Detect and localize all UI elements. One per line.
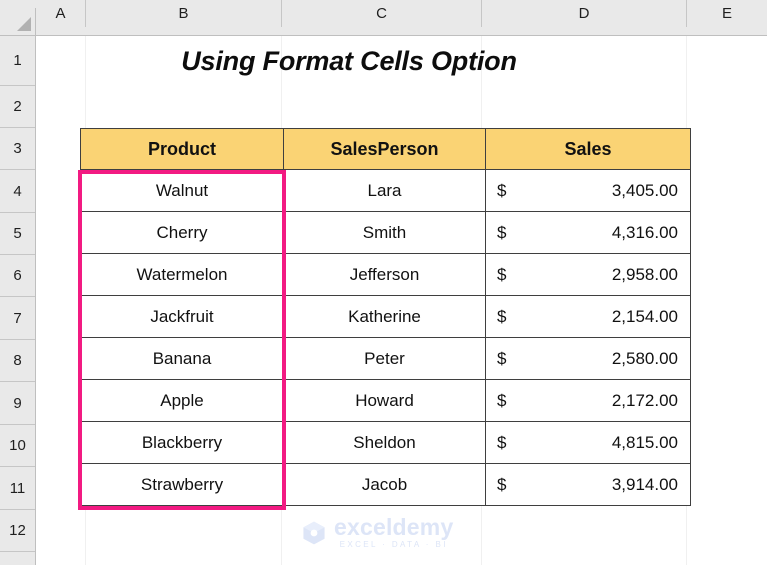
currency-symbol: $: [497, 222, 507, 242]
row-header-5[interactable]: 5: [0, 213, 35, 255]
cell-product[interactable]: Apple: [80, 379, 284, 422]
cell-product[interactable]: Jackfruit: [80, 295, 284, 338]
row-header-6[interactable]: 6: [0, 255, 35, 297]
cell-sales[interactable]: $ 3,405.00: [485, 169, 691, 212]
column-header-d[interactable]: D: [482, 0, 687, 27]
table-row[interactable]: Blackberry Sheldon $ 4,815.00: [80, 421, 691, 464]
row-header-10[interactable]: 10: [0, 425, 35, 467]
cell-sales[interactable]: $ 4,815.00: [485, 421, 691, 464]
row-header-2[interactable]: 2: [0, 86, 35, 128]
cell-product[interactable]: Cherry: [80, 211, 284, 254]
column-header-a[interactable]: A: [36, 0, 86, 27]
sales-amount: 2,154.00: [611, 306, 678, 326]
sales-amount: 3,914.00: [611, 474, 678, 494]
currency-symbol: $: [497, 390, 507, 410]
cell-salesperson[interactable]: Jacob: [283, 463, 486, 506]
cell-salesperson[interactable]: Lara: [283, 169, 486, 212]
table-row[interactable]: Apple Howard $ 2,172.00: [80, 379, 691, 422]
column-header-product: Product: [80, 128, 284, 170]
table-row[interactable]: Watermelon Jefferson $ 2,958.00: [80, 253, 691, 296]
exceldemy-watermark: exceldemy EXCEL · DATA · BI: [301, 516, 453, 549]
column-header-e[interactable]: E: [687, 0, 767, 27]
row-header-4[interactable]: 4: [0, 170, 35, 213]
cell-salesperson[interactable]: Katherine: [283, 295, 486, 338]
select-all-triangle-icon: [17, 17, 31, 31]
row-header-1[interactable]: 1: [0, 36, 35, 86]
table-row[interactable]: Jackfruit Katherine $ 2,154.00: [80, 295, 691, 338]
sales-amount: 2,172.00: [611, 390, 678, 410]
cell-product[interactable]: Strawberry: [80, 463, 284, 506]
cell-product[interactable]: Blackberry: [80, 421, 284, 464]
cell-sales[interactable]: $ 3,914.00: [485, 463, 691, 506]
table-row[interactable]: Strawberry Jacob $ 3,914.00: [80, 463, 691, 506]
cell-salesperson[interactable]: Peter: [283, 337, 486, 380]
row-header-9[interactable]: 9: [0, 382, 35, 425]
sales-amount: 2,580.00: [611, 348, 678, 368]
watermark-brand: exceldemy: [334, 514, 454, 540]
cell-sales[interactable]: $ 4,316.00: [485, 211, 691, 254]
cell-product[interactable]: Watermelon: [80, 253, 284, 296]
cell-salesperson[interactable]: Sheldon: [283, 421, 486, 464]
column-header-salesperson: SalesPerson: [283, 128, 486, 170]
row-header-12[interactable]: 12: [0, 510, 35, 552]
cell-sales[interactable]: $ 2,958.00: [485, 253, 691, 296]
cell-product[interactable]: Banana: [80, 337, 284, 380]
cube-logo-icon: [303, 521, 325, 544]
currency-symbol: $: [497, 306, 507, 326]
row-header-11[interactable]: 11: [0, 467, 35, 510]
table-row[interactable]: Cherry Smith $ 4,316.00: [80, 211, 691, 254]
select-all-button[interactable]: [0, 8, 36, 36]
cell-sales[interactable]: $ 2,580.00: [485, 337, 691, 380]
page-title: Using Format Cells Option: [181, 46, 517, 76]
sales-amount: 4,316.00: [611, 222, 678, 242]
currency-symbol: $: [497, 474, 507, 494]
sales-amount: 3,405.00: [611, 180, 678, 200]
currency-symbol: $: [497, 180, 507, 200]
column-header-b[interactable]: B: [86, 0, 282, 27]
sales-table: Product SalesPerson Sales Walnut Lara $ …: [80, 128, 691, 506]
cell-salesperson[interactable]: Jefferson: [283, 253, 486, 296]
currency-symbol: $: [497, 264, 507, 284]
cell-salesperson[interactable]: Howard: [283, 379, 486, 422]
sales-amount: 2,958.00: [611, 264, 678, 284]
sales-amount: 4,815.00: [611, 432, 678, 452]
excel-worksheet: A B C D E 1 2 3 4 5 6 7 8 9 10 11 12 Usi…: [0, 0, 767, 565]
cell-salesperson[interactable]: Smith: [283, 211, 486, 254]
watermark-tagline: EXCEL · DATA · BI: [339, 540, 448, 549]
table-header-row: Product SalesPerson Sales: [80, 128, 691, 170]
cell-sales[interactable]: $ 2,172.00: [485, 379, 691, 422]
row-header-8[interactable]: 8: [0, 340, 35, 382]
table-row[interactable]: Banana Peter $ 2,580.00: [80, 337, 691, 380]
table-row[interactable]: Walnut Lara $ 3,405.00: [80, 169, 691, 212]
watermark-text: exceldemy EXCEL · DATA · BI: [334, 516, 453, 549]
currency-symbol: $: [497, 432, 507, 452]
cell-product[interactable]: Walnut: [80, 169, 284, 212]
cell-sales[interactable]: $ 2,154.00: [485, 295, 691, 338]
currency-symbol: $: [497, 348, 507, 368]
column-header-sales: Sales: [485, 128, 691, 170]
row-header-3[interactable]: 3: [0, 128, 35, 170]
column-header-c[interactable]: C: [282, 0, 482, 27]
row-header-7[interactable]: 7: [0, 297, 35, 340]
